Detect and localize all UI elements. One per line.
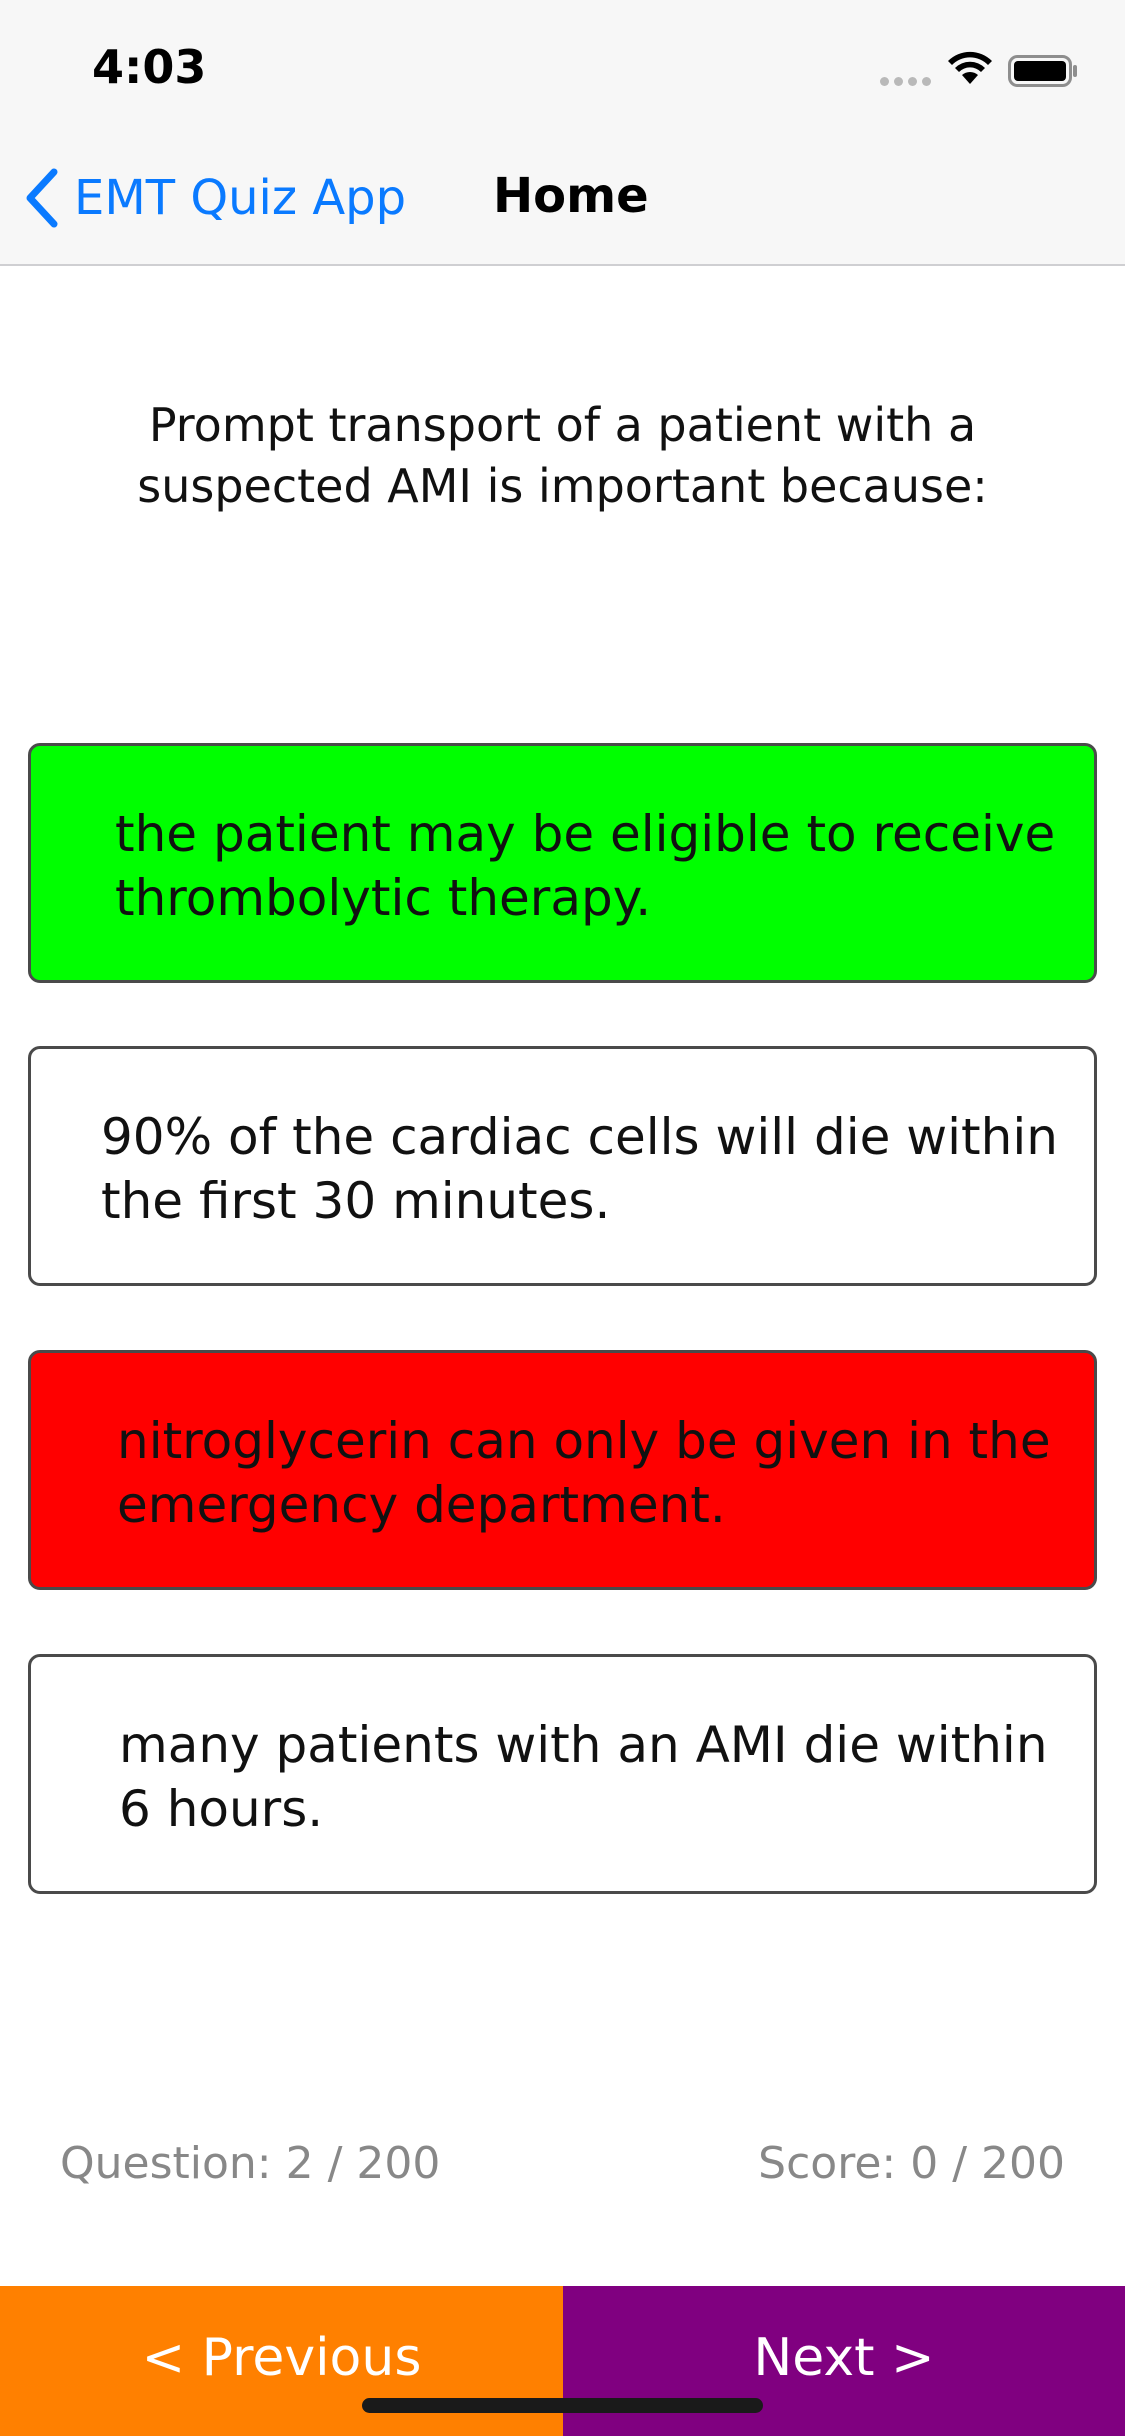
answer-option-text: the patient may be eligible to receive t…	[115, 805, 1056, 927]
quiz-screen: 4:03 EMT Quiz App Home Prompt transport …	[0, 0, 1125, 2436]
next-button[interactable]: Next >	[563, 2286, 1125, 2436]
answer-option-2[interactable]: 90% of the cardiac cells will die within…	[28, 1046, 1097, 1286]
nav-title: Home	[493, 168, 649, 224]
question-text: Prompt transport of a patient with a sus…	[137, 398, 988, 513]
previous-button[interactable]: < Previous	[0, 2286, 563, 2436]
score-counter: Score: 0 / 200	[758, 2138, 1065, 2189]
answer-option-text: many patients with an AMI die within 6 h…	[119, 1716, 1048, 1838]
wifi-icon	[948, 51, 992, 84]
answer-option-text: nitroglycerin can only be given in the e…	[117, 1412, 1051, 1534]
cellular-signal-icon	[880, 77, 932, 87]
status-bar: 4:03	[0, 0, 1125, 132]
back-button-label: EMT Quiz App	[74, 170, 407, 226]
status-time: 4:03	[92, 40, 207, 94]
question-counter: Question: 2 / 200	[60, 2138, 441, 2189]
navigation-bar: EMT Quiz App Home	[0, 132, 1125, 266]
battery-icon	[1008, 55, 1077, 87]
answer-option-1[interactable]: the patient may be eligible to receive t…	[28, 743, 1097, 983]
back-button[interactable]: EMT Quiz App	[22, 162, 406, 234]
answer-option-text: 90% of the cardiac cells will die within…	[101, 1108, 1058, 1230]
home-indicator[interactable]	[362, 2398, 763, 2413]
answer-option-3[interactable]: nitroglycerin can only be given in the e…	[28, 1350, 1097, 1590]
chevron-left-icon	[26, 168, 58, 228]
answer-option-4[interactable]: many patients with an AMI die within 6 h…	[28, 1654, 1097, 1894]
